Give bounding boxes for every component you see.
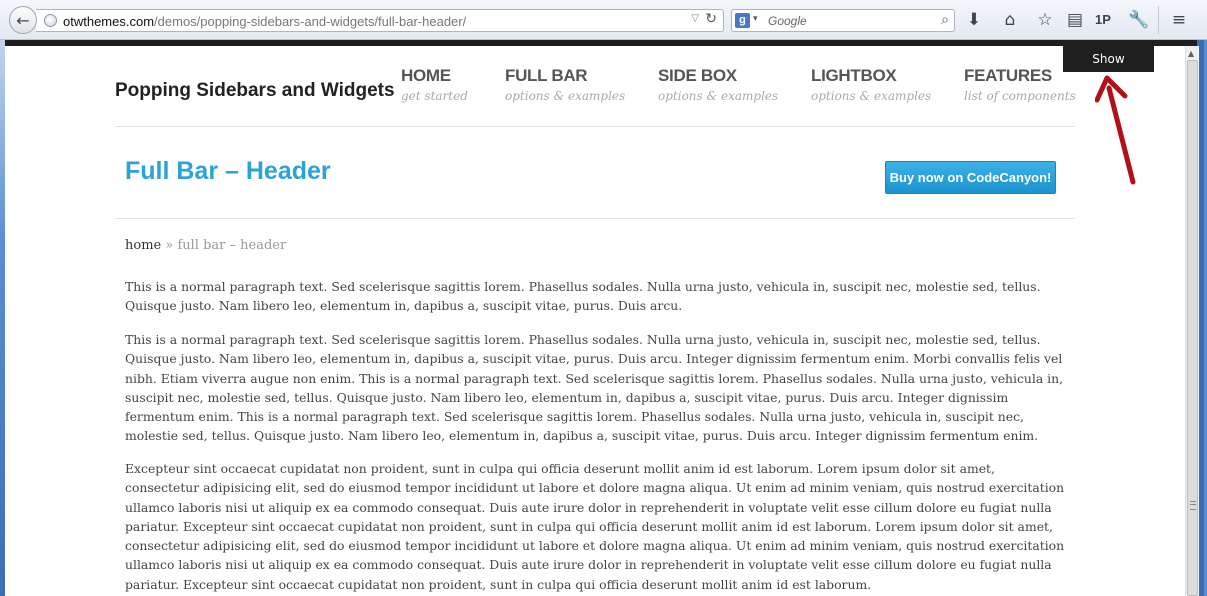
nav-item-features[interactable]: FEATURES list of components [964,66,1076,103]
nav-sub: options & examples [658,89,779,103]
breadcrumb-home-link[interactable]: home [125,238,161,253]
nav-sub: options & examples [505,89,626,103]
globe-icon [44,14,57,27]
search-placeholder[interactable]: Google [768,14,807,28]
scroll-grip-icon [1190,501,1196,510]
menu-icon[interactable]: ≡ [1168,9,1190,31]
url-path: /demos/popping-sidebars-and-widgets/full… [154,14,467,29]
dropdown-icon[interactable]: ▽ [691,13,699,24]
page-viewport: Popping Sidebars and Widgets HOME get st… [5,46,1185,596]
nav-label: HOME [401,66,451,85]
toolbar-separator [1158,6,1159,34]
full-bar-header [5,40,1197,46]
scroll-up-icon[interactable]: ▲ [1188,49,1194,58]
nav-sub: get started [401,89,468,103]
nav-item-full-bar[interactable]: FULL BAR options & examples [505,66,625,103]
breadcrumb: home » full bar – header [125,238,286,253]
url-text[interactable]: otwthemes.com/demos/popping-sidebars-and… [63,14,466,29]
nav-sub: options & examples [811,89,932,103]
download-icon[interactable]: ⬇ [963,9,985,31]
nav-label: FULL BAR [505,66,588,85]
google-icon[interactable]: g [735,13,750,28]
reading-list-icon[interactable]: ▤ [1064,9,1086,31]
header-divider [115,126,1075,127]
annotation-arrow-shaft [1106,85,1136,185]
title-divider [115,218,1075,219]
paragraph-2: This is a normal paragraph text. Sed sce… [125,332,1064,444]
nav-item-side-box[interactable]: SIDE BOX options & examples [658,66,778,103]
nav-item-home[interactable]: HOME get started [401,66,468,103]
wrench-icon[interactable]: 🔧 [1128,9,1150,31]
search-bar[interactable]: g ▾ Google ⌕ [731,9,955,32]
site-title[interactable]: Popping Sidebars and Widgets [115,80,395,102]
search-icon[interactable]: ⌕ [941,12,949,28]
vertical-scrollbar[interactable]: ▲ [1185,46,1199,596]
scroll-thumb[interactable] [1187,60,1198,596]
annotation-arrow-icon [1095,75,1136,185]
nav-label: FEATURES [964,66,1052,85]
back-arrow-icon[interactable]: ← [9,6,37,34]
password-manager-icon[interactable]: 1P [1092,9,1114,31]
buy-button[interactable]: Buy now on CodeCanyon! [885,161,1056,194]
nav-label: SIDE BOX [658,66,737,85]
nav-label: LIGHTBOX [811,66,897,85]
engine-dropdown-icon[interactable]: ▾ [753,14,758,24]
browser-toolbar: otwthemes.com/demos/popping-sidebars-and… [0,0,1207,40]
page-title: Full Bar – Header [125,157,331,185]
url-bar[interactable]: otwthemes.com/demos/popping-sidebars-and… [36,9,724,32]
breadcrumb-separator: » [161,238,178,253]
show-button[interactable]: Show [1063,45,1154,72]
home-icon[interactable]: ⌂ [999,9,1021,31]
bookmark-star-icon[interactable]: ☆ [1034,9,1056,31]
paragraph-1: This is a normal paragraph text. Sed sce… [125,279,1041,314]
nav-sub: list of components [964,89,1076,103]
reload-icon[interactable]: ↻ [705,11,717,27]
nav-item-lightbox[interactable]: LIGHTBOX options & examples [811,66,931,103]
breadcrumb-current: full bar – header [177,238,287,253]
paragraph-3: Excepteur sint occaecat cupidatat non pr… [125,461,1065,592]
url-host: otwthemes.com [63,14,155,29]
